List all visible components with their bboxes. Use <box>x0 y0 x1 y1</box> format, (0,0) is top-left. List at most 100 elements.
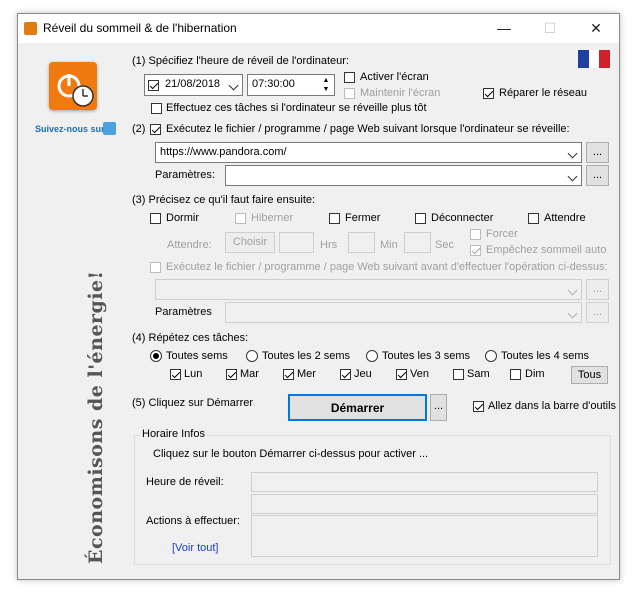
day-mon-checkbox[interactable] <box>170 369 181 380</box>
time-field[interactable]: 07:30:00 ▲ ▼ <box>247 74 335 96</box>
choose-button[interactable]: Choisir <box>225 232 275 253</box>
wake-time-label: Heure de réveil: <box>146 476 224 488</box>
language-flag-icon[interactable] <box>578 50 610 68</box>
day-wed-checkbox[interactable] <box>283 369 294 380</box>
before-program-combobox[interactable] <box>155 279 582 300</box>
maximize-button[interactable]: ☐ <box>527 14 573 43</box>
day-sun-label: Dim <box>525 368 545 380</box>
hours-label: Hrs <box>320 239 338 251</box>
close-checkbox[interactable] <box>329 213 340 224</box>
minutes-label: Min <box>380 239 398 251</box>
day-thu-checkbox[interactable] <box>340 369 351 380</box>
view-all-link[interactable]: [Voir tout] <box>172 542 218 554</box>
hibernate-checkbox[interactable] <box>235 213 246 224</box>
browse-params-button[interactable]: ... <box>586 165 609 186</box>
activate-screen-checkbox[interactable] <box>344 72 355 83</box>
spin-down-icon[interactable]: ▼ <box>319 85 333 94</box>
chevron-down-icon <box>567 148 578 159</box>
repeat-4weeks-label: Toutes les 4 sems <box>501 350 590 362</box>
day-fri-label: Ven <box>410 368 429 380</box>
day-sun-checkbox[interactable] <box>510 369 521 380</box>
minutes-field[interactable] <box>348 232 375 253</box>
schedule-info-title: Horaire Infos <box>140 428 207 440</box>
params-label: Paramètres: <box>155 169 215 181</box>
repeat-2weeks-label: Toutes les 2 sems <box>262 350 351 362</box>
close-button[interactable]: ✕ <box>573 14 619 43</box>
wait-label: Attendre <box>544 212 586 224</box>
day-fri-checkbox[interactable] <box>396 369 407 380</box>
browse-program-button[interactable]: ... <box>586 142 609 163</box>
window-title: Réveil du sommeil & de l'hibernation <box>43 21 237 35</box>
day-tue-label: Mar <box>240 368 259 380</box>
repeat-weekly-radio[interactable] <box>150 350 162 362</box>
repeat-2weeks-radio[interactable] <box>246 350 258 362</box>
prevent-sleep-label: Empêchez sommeil auto <box>486 244 607 256</box>
logoff-checkbox[interactable] <box>415 213 426 224</box>
minimize-to-tray-checkbox[interactable] <box>473 401 484 412</box>
force-label: Forcer <box>486 228 518 240</box>
chevron-down-icon <box>567 171 578 182</box>
repeat-3weeks-radio[interactable] <box>366 350 378 362</box>
before-params-combobox[interactable] <box>225 302 582 323</box>
app-icon <box>24 22 37 35</box>
close-label: Fermer <box>345 212 381 224</box>
date-picker[interactable]: 21/08/2018 <box>144 74 243 96</box>
force-checkbox[interactable] <box>470 229 481 240</box>
wake-time-display <box>251 472 598 492</box>
date-enabled-checkbox[interactable] <box>148 80 159 91</box>
step1-label: (1) Spécifiez l'heure de réveil de l'ord… <box>132 55 349 67</box>
before-params-label: Paramètres <box>155 306 212 318</box>
all-days-button[interactable]: Tous <box>571 366 608 384</box>
day-tue-checkbox[interactable] <box>226 369 237 380</box>
schedule-info-hint: Cliquez sur le bouton Démarrer ci-dessus… <box>153 448 429 460</box>
day-mon-label: Lun <box>184 368 203 380</box>
repair-network-checkbox[interactable] <box>483 88 494 99</box>
repeat-3weeks-label: Toutes les 3 sems <box>382 350 471 362</box>
prevent-sleep-checkbox[interactable] <box>470 245 481 256</box>
step2-prefix: (2) <box>132 123 146 135</box>
browse-before-params-button[interactable]: ... <box>586 302 609 323</box>
sleep-checkbox[interactable] <box>150 213 161 224</box>
actions-label: Actions à effectuer: <box>146 515 240 527</box>
wait-checkbox[interactable] <box>528 213 539 224</box>
power-clock-icon <box>57 74 94 107</box>
params-combobox[interactable] <box>225 165 582 186</box>
twitter-icon[interactable] <box>103 122 116 135</box>
execute-before-label: Exécutez le fichier / programme / page W… <box>166 261 608 273</box>
time-value: 07:30:00 <box>252 78 295 90</box>
hours-field[interactable] <box>279 232 314 253</box>
seconds-label: Sec <box>435 239 454 251</box>
app-window: Réveil du sommeil & de l'hibernation — ☐… <box>17 13 620 580</box>
chevron-down-icon <box>567 285 578 296</box>
follow-us-label: Suivez-nous sur <box>35 124 105 134</box>
title-bar: Réveil du sommeil & de l'hibernation — ☐… <box>18 14 619 43</box>
early-wake-checkbox[interactable] <box>151 103 162 114</box>
start-button[interactable]: Démarrer <box>288 394 427 421</box>
program-url-value: https://www.pandora.com/ <box>160 146 287 158</box>
app-logo <box>49 62 97 110</box>
minimize-button[interactable]: — <box>481 14 527 43</box>
hibernate-label: Hiberner <box>251 212 294 224</box>
day-sat-label: Sam <box>467 368 490 380</box>
repair-network-label: Réparer le réseau <box>499 87 588 99</box>
energy-slogan: Économisons de l'énergie! <box>85 270 107 564</box>
minimize-to-tray-label: Allez dans la barre d'outils <box>488 400 617 412</box>
chevron-down-icon <box>567 308 578 319</box>
execute-after-wake-checkbox[interactable] <box>150 124 161 135</box>
activate-screen-label: Activer l'écran <box>360 71 429 83</box>
seconds-field[interactable] <box>404 232 431 253</box>
day-sat-checkbox[interactable] <box>453 369 464 380</box>
step3-label: (3) Précisez ce qu'il faut faire ensuite… <box>132 194 316 206</box>
actions-display <box>251 515 598 557</box>
wake-time-display-2 <box>251 494 598 514</box>
start-options-button[interactable]: ... <box>430 394 447 421</box>
repeat-4weeks-radio[interactable] <box>485 350 497 362</box>
browse-before-program-button[interactable]: ... <box>586 279 609 300</box>
spin-up-icon[interactable]: ▲ <box>319 76 333 85</box>
early-wake-label: Effectuez ces tâches si l'ordinateur se … <box>166 102 427 114</box>
date-value: 21/08/2018 <box>165 78 221 90</box>
keep-screen-checkbox[interactable] <box>344 88 355 99</box>
execute-before-checkbox[interactable] <box>150 262 161 273</box>
day-wed-label: Mer <box>297 368 316 380</box>
program-url-combobox[interactable]: https://www.pandora.com/ <box>155 142 582 163</box>
